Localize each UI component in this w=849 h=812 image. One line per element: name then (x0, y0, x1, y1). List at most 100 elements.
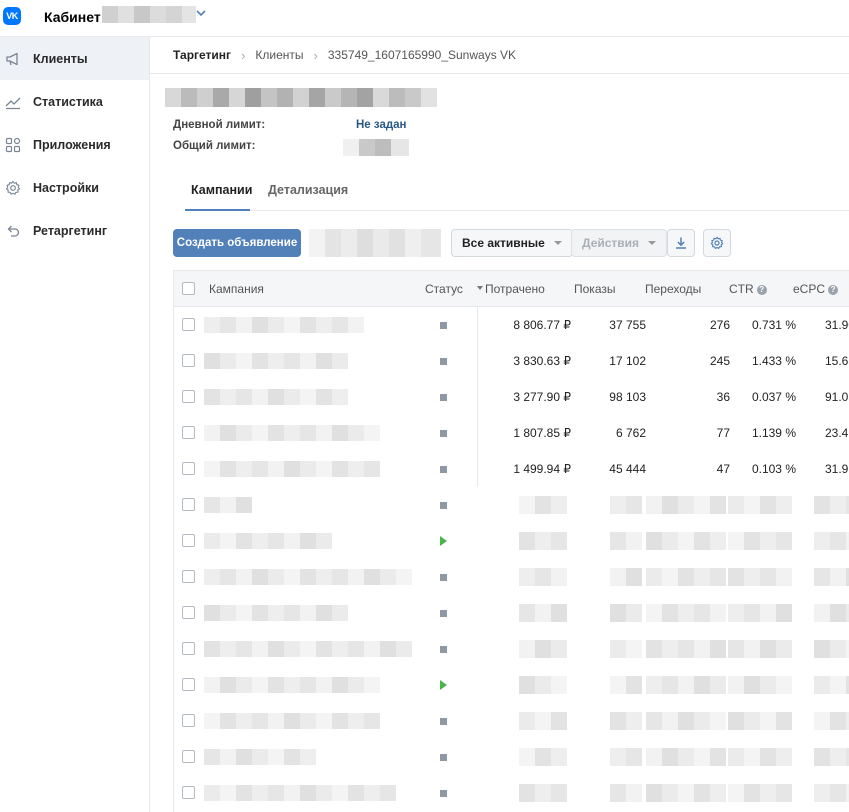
status-active-icon[interactable] (440, 536, 447, 546)
table-row[interactable] (174, 775, 849, 811)
campaign-name-redacted[interactable] (204, 353, 348, 369)
sidebar-item-apps[interactable]: Приложения (0, 123, 149, 166)
campaign-name-redacted[interactable] (204, 605, 348, 621)
campaign-name-redacted[interactable] (204, 713, 380, 729)
table-row[interactable] (174, 559, 849, 595)
cell-clicks: 77 (716, 426, 730, 440)
vk-logo[interactable]: VK (3, 7, 21, 25)
status-stopped-icon[interactable] (440, 790, 447, 797)
cell-ecpc: 15.63 ₽ (825, 354, 849, 368)
row-checkbox[interactable] (182, 390, 195, 403)
row-checkbox[interactable] (182, 642, 195, 655)
chevron-down-icon[interactable] (196, 9, 206, 17)
row-checkbox[interactable] (182, 498, 195, 511)
cabinet-title: Кабинет (44, 9, 101, 25)
status-stopped-icon[interactable] (440, 574, 447, 581)
table-row[interactable] (174, 739, 849, 775)
row-checkbox[interactable] (182, 714, 195, 727)
header-ecpc[interactable]: eCPC? (793, 282, 839, 296)
status-stopped-icon[interactable] (440, 502, 447, 509)
cell-clicks: 47 (716, 462, 730, 476)
status-stopped-icon[interactable] (440, 394, 447, 401)
campaign-name-redacted[interactable] (204, 533, 332, 549)
select-all-checkbox[interactable] (182, 282, 195, 295)
tab-campaigns[interactable]: Кампании (191, 183, 252, 197)
status-filter-select[interactable]: Все активные (451, 229, 573, 257)
table-row[interactable]: 1 807.85 ₽ 6 762 77 1.139 % 23.47 ₽ (174, 415, 849, 451)
sidebar-item-retargeting[interactable]: Ретаргетинг (0, 209, 149, 252)
cell-ctr: 1.433 % (751, 354, 796, 368)
header-status[interactable]: Статус (425, 282, 463, 296)
row-checkbox[interactable] (182, 678, 195, 691)
row-checkbox[interactable] (182, 534, 195, 547)
status-stopped-icon[interactable] (440, 754, 447, 761)
tab-details[interactable]: Детализация (268, 183, 348, 197)
row-checkbox[interactable] (182, 750, 195, 763)
table-row[interactable]: 8 806.77 ₽ 37 755 276 0.731 % 31.90 ₽ (174, 307, 849, 343)
row-checkbox[interactable] (182, 786, 195, 799)
table-row[interactable] (174, 595, 849, 631)
cell-impressions-redacted (610, 640, 642, 658)
table-row[interactable] (174, 667, 849, 703)
header-campaign[interactable]: Кампания (209, 282, 264, 296)
table-row[interactable] (174, 631, 849, 667)
campaign-name-redacted[interactable] (204, 677, 380, 693)
table-settings-button[interactable] (703, 229, 731, 257)
apps-grid-icon (5, 137, 21, 153)
actions-select[interactable]: Действия (571, 229, 668, 257)
row-checkbox[interactable] (182, 462, 195, 475)
campaign-name-redacted[interactable] (204, 785, 396, 801)
create-ad-button[interactable]: Создать объявление (173, 229, 301, 257)
campaign-name-redacted[interactable] (204, 317, 364, 333)
cell-spent-redacted (519, 676, 567, 694)
breadcrumb-clients[interactable]: Клиенты (255, 48, 303, 62)
cell-clicks-redacted (646, 712, 726, 730)
cell-impressions-redacted (610, 604, 642, 622)
sidebar-item-label: Ретаргетинг (33, 223, 108, 238)
table-row[interactable] (174, 487, 849, 523)
download-button[interactable] (667, 229, 695, 257)
header-impressions[interactable]: Показы (574, 282, 615, 296)
status-stopped-icon[interactable] (440, 610, 447, 617)
status-stopped-icon[interactable] (440, 646, 447, 653)
header-spent[interactable]: Потрачено (485, 282, 545, 296)
campaign-name-redacted[interactable] (204, 389, 348, 405)
cell-spent-redacted (519, 496, 567, 514)
status-stopped-icon[interactable] (440, 358, 447, 365)
sidebar-item-settings[interactable]: Настройки (0, 166, 149, 209)
header-clicks[interactable]: Переходы (645, 282, 701, 296)
sidebar-item-clients[interactable]: Клиенты (0, 37, 149, 80)
search-input-redacted[interactable] (309, 229, 441, 257)
status-stopped-icon[interactable] (440, 322, 447, 329)
status-stopped-icon[interactable] (440, 718, 447, 725)
daily-limit-value[interactable]: Не задан (356, 119, 407, 131)
table-row[interactable] (174, 703, 849, 739)
cell-ecpc-redacted (814, 640, 849, 658)
actions-label: Действия (582, 236, 640, 250)
row-checkbox[interactable] (182, 318, 195, 331)
row-checkbox[interactable] (182, 426, 195, 439)
status-stopped-icon[interactable] (440, 430, 447, 437)
row-checkbox[interactable] (182, 354, 195, 367)
row-checkbox[interactable] (182, 570, 195, 583)
breadcrumb-targeting[interactable]: Таргетинг (173, 48, 231, 62)
table-row[interactable]: 3 830.63 ₽ 17 102 245 1.433 % 15.63 ₽ (174, 343, 849, 379)
campaign-name-redacted[interactable] (204, 641, 412, 657)
status-stopped-icon[interactable] (440, 466, 447, 473)
table-row[interactable]: 1 499.94 ₽ 45 444 47 0.103 % 31.91 ₽ (174, 451, 849, 487)
help-icon[interactable]: ? (828, 285, 839, 295)
status-filter-label: Все активные (462, 236, 545, 250)
cell-ctr-redacted (728, 496, 792, 514)
header-ctr[interactable]: CTR? (729, 282, 767, 296)
table-row[interactable] (174, 523, 849, 559)
status-active-icon[interactable] (440, 680, 447, 690)
sidebar-item-statistics[interactable]: Статистика (0, 80, 149, 123)
campaign-name-redacted[interactable] (204, 569, 412, 585)
campaign-name-redacted[interactable] (204, 497, 252, 513)
help-icon[interactable]: ? (756, 285, 767, 295)
row-checkbox[interactable] (182, 606, 195, 619)
table-row[interactable]: 3 277.90 ₽ 98 103 36 0.037 % 91.05 ₽ (174, 379, 849, 415)
campaign-name-redacted[interactable] (204, 461, 380, 477)
campaign-name-redacted[interactable] (204, 425, 380, 441)
campaign-name-redacted[interactable] (204, 749, 316, 765)
